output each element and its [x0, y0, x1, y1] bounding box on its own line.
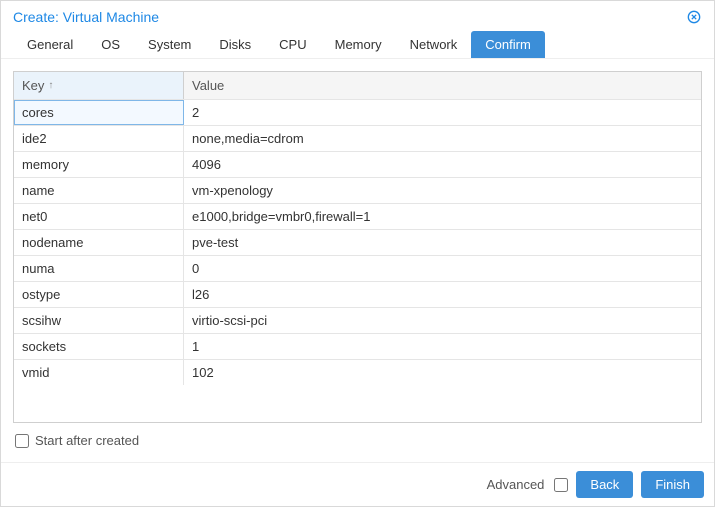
- table-row[interactable]: scsihw virtio-scsi-pci: [14, 307, 701, 333]
- dialog-create-vm: Create: Virtual Machine General OS Syste…: [0, 0, 715, 507]
- cell-value: virtio-scsi-pci: [184, 308, 701, 333]
- content-area: Key ↑ Value cores 2 ide2 none,media=cdro…: [1, 59, 714, 462]
- column-header-value-label: Value: [192, 78, 224, 93]
- tab-disks[interactable]: Disks: [205, 31, 265, 58]
- table-row[interactable]: vmid 102: [14, 359, 701, 385]
- start-after-created-label: Start after created: [35, 433, 139, 448]
- dialog-footer: Advanced Back Finish: [1, 462, 714, 506]
- cell-key: memory: [14, 152, 184, 177]
- cell-value: 102: [184, 360, 701, 385]
- table-row[interactable]: numa 0: [14, 255, 701, 281]
- summary-grid: Key ↑ Value cores 2 ide2 none,media=cdro…: [13, 71, 702, 423]
- cell-value: 0: [184, 256, 701, 281]
- cell-key: cores: [14, 100, 184, 125]
- cell-value: l26: [184, 282, 701, 307]
- table-row[interactable]: nodename pve-test: [14, 229, 701, 255]
- cell-value: vm-xpenology: [184, 178, 701, 203]
- cell-key: scsihw: [14, 308, 184, 333]
- cell-value: 4096: [184, 152, 701, 177]
- titlebar: Create: Virtual Machine: [1, 1, 714, 31]
- wizard-tabs: General OS System Disks CPU Memory Netwo…: [1, 31, 714, 59]
- start-after-created-checkbox[interactable]: [15, 434, 29, 448]
- cell-value: none,media=cdrom: [184, 126, 701, 151]
- cell-key: nodename: [14, 230, 184, 255]
- cell-key: net0: [14, 204, 184, 229]
- sort-asc-icon: ↑: [48, 80, 53, 91]
- cell-value: pve-test: [184, 230, 701, 255]
- table-row[interactable]: cores 2: [14, 99, 701, 125]
- tab-network[interactable]: Network: [396, 31, 472, 58]
- table-row[interactable]: net0 e1000,bridge=vmbr0,firewall=1: [14, 203, 701, 229]
- cell-key: sockets: [14, 334, 184, 359]
- column-header-key[interactable]: Key ↑: [14, 72, 184, 99]
- table-row[interactable]: ostype l26: [14, 281, 701, 307]
- table-row[interactable]: memory 4096: [14, 151, 701, 177]
- dialog-title: Create: Virtual Machine: [13, 9, 159, 25]
- table-row[interactable]: name vm-xpenology: [14, 177, 701, 203]
- advanced-checkbox[interactable]: [554, 478, 568, 492]
- cell-key: vmid: [14, 360, 184, 385]
- grid-header: Key ↑ Value: [14, 72, 701, 99]
- cell-value: 2: [184, 100, 701, 125]
- table-row[interactable]: sockets 1: [14, 333, 701, 359]
- advanced-label: Advanced: [487, 477, 545, 492]
- tab-memory[interactable]: Memory: [321, 31, 396, 58]
- cell-value: 1: [184, 334, 701, 359]
- close-icon[interactable]: [686, 9, 702, 25]
- tab-general[interactable]: General: [13, 31, 87, 58]
- table-row[interactable]: ide2 none,media=cdrom: [14, 125, 701, 151]
- cell-key: numa: [14, 256, 184, 281]
- cell-key: ide2: [14, 126, 184, 151]
- tab-cpu[interactable]: CPU: [265, 31, 320, 58]
- tab-confirm[interactable]: Confirm: [471, 31, 545, 58]
- start-after-created-option: Start after created: [13, 423, 702, 450]
- grid-body: cores 2 ide2 none,media=cdrom memory 409…: [14, 99, 701, 422]
- cell-key: name: [14, 178, 184, 203]
- column-header-value[interactable]: Value: [184, 72, 701, 99]
- tab-os[interactable]: OS: [87, 31, 134, 58]
- cell-value: e1000,bridge=vmbr0,firewall=1: [184, 204, 701, 229]
- column-header-key-label: Key: [22, 78, 44, 93]
- finish-button[interactable]: Finish: [641, 471, 704, 498]
- tab-system[interactable]: System: [134, 31, 205, 58]
- back-button[interactable]: Back: [576, 471, 633, 498]
- cell-key: ostype: [14, 282, 184, 307]
